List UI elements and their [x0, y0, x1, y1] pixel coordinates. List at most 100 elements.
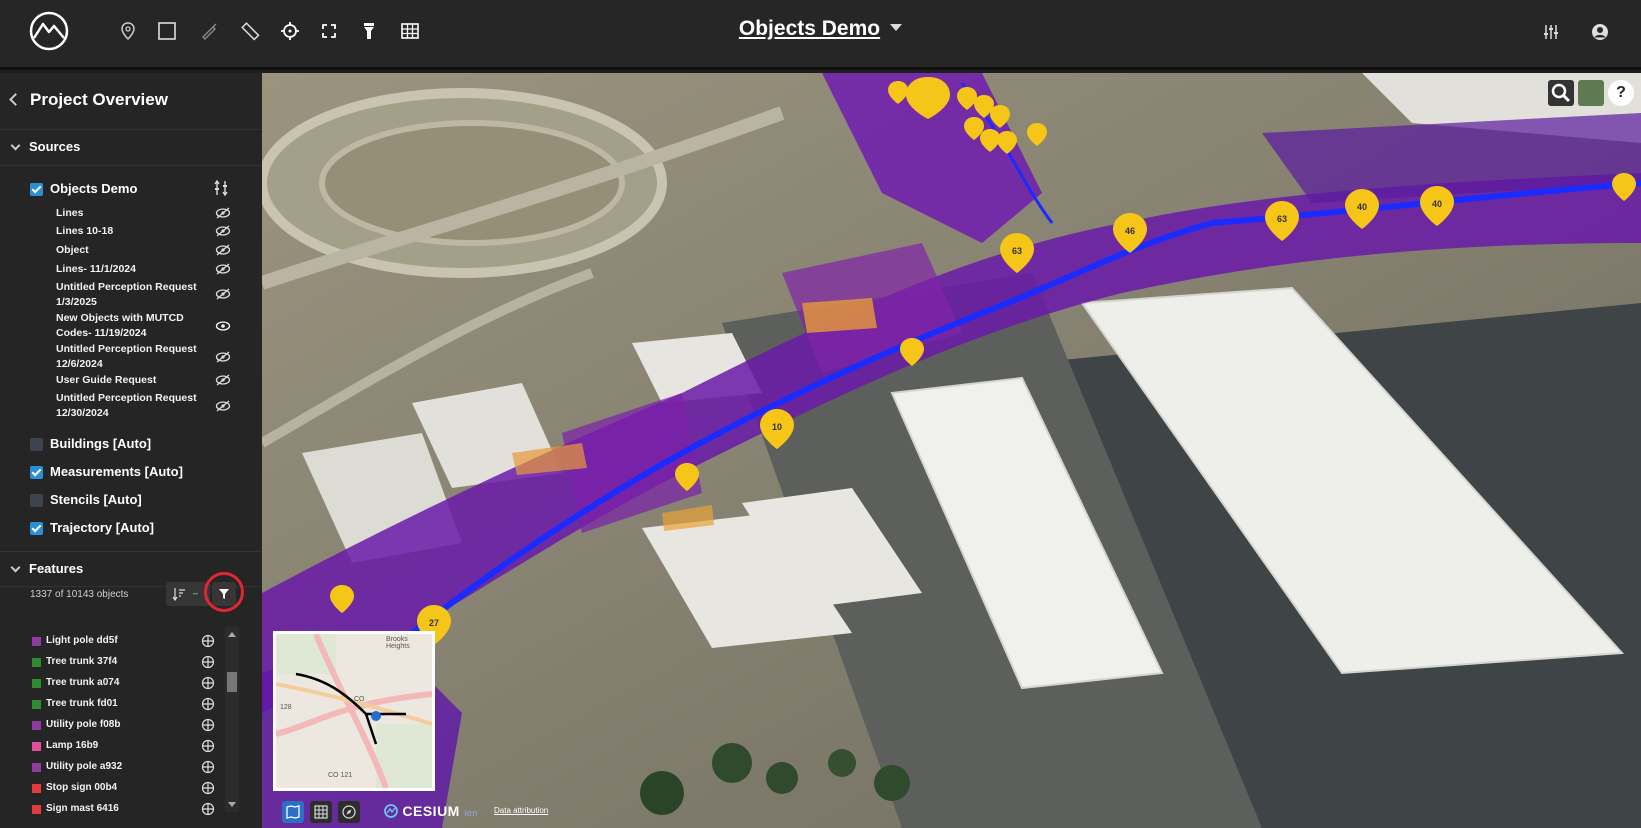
layer-lines[interactable]: Lines: [56, 206, 204, 221]
eye-off-icon[interactable]: [215, 288, 231, 300]
feature-color-swatch: [32, 742, 41, 751]
pin-label: 40: [1432, 199, 1442, 209]
map-viewport[interactable]: 63 46 63 40 40 10 27 ? Brooks Heights CO…: [262, 73, 1641, 828]
eye-off-icon[interactable]: [215, 263, 231, 275]
feature-color-swatch: [32, 637, 41, 646]
zoom-to-target-icon[interactable]: [201, 697, 215, 711]
source-checkbox-stencils[interactable]: [30, 494, 43, 507]
chevron-down-icon: [10, 140, 21, 151]
map-bottom-toolbar: [282, 799, 360, 825]
zoom-to-target-icon[interactable]: [201, 676, 215, 690]
eye-off-icon[interactable]: [215, 244, 231, 256]
cesium-brand: CESIUM: [402, 803, 460, 819]
project-title-dropdown[interactable]: Objects Demo: [739, 17, 880, 40]
layer-lines-11-1-2024[interactable]: Lines- 11/1/2024: [56, 262, 204, 277]
eye-off-icon[interactable]: [215, 207, 231, 219]
feature-label: Tree trunk 37f4: [46, 656, 118, 667]
minimap-roads: [276, 634, 432, 788]
feature-label: Tree trunk fd01: [46, 698, 118, 709]
layer-perception-12-30-2024[interactable]: Untitled Perception Request 12/30/2024: [56, 391, 204, 421]
zoom-to-target-icon[interactable]: [201, 634, 215, 648]
minimap[interactable]: Brooks Heights CO 128 CO 121: [273, 631, 435, 791]
scroll-down-icon[interactable]: [228, 802, 236, 807]
minimap-label: 128: [280, 704, 292, 711]
layer-lines-10-18[interactable]: Lines 10-18: [56, 224, 204, 239]
back-chevron-icon[interactable]: [9, 93, 22, 106]
layer-perception-12-6-2024[interactable]: Untitled Perception Request 12/6/2024: [56, 342, 204, 372]
layers-icon[interactable]: [1578, 80, 1604, 106]
grid-view-icon[interactable]: [310, 801, 332, 823]
feature-label: Tree trunk a074: [46, 677, 120, 688]
feature-label: Utility pole a932: [46, 761, 123, 772]
sliders-icon[interactable]: [1539, 20, 1563, 44]
source-label-measurements: Measurements [Auto]: [50, 464, 183, 479]
feature-color-swatch: [32, 721, 41, 730]
scrollbar-thumb[interactable]: [227, 672, 237, 692]
scroll-up-icon[interactable]: [228, 632, 236, 637]
source-checkbox-measurements[interactable]: [30, 466, 43, 479]
feature-color-swatch: [32, 679, 41, 688]
help-icon[interactable]: ?: [1608, 80, 1634, 106]
eye-off-icon[interactable]: [215, 374, 231, 386]
aerial-scene[interactable]: 63 46 63 40 40 10 27: [262, 73, 1641, 828]
feature-row[interactable]: Utility pole f08b: [0, 716, 225, 736]
data-attribution-link[interactable]: Data attribution: [494, 806, 548, 815]
pin-label: 10: [772, 422, 782, 432]
zoom-to-target-icon[interactable]: [201, 802, 215, 816]
chevron-down-icon: [10, 562, 21, 573]
highlight-circle: [204, 572, 244, 612]
feature-row[interactable]: Sign mast 6416: [0, 800, 225, 820]
search-icon[interactable]: [1548, 80, 1574, 106]
feature-label: Sign mast 6416: [46, 803, 119, 814]
eye-icon[interactable]: [215, 320, 231, 332]
zoom-to-target-icon[interactable]: [201, 655, 215, 669]
source-checkbox-buildings[interactable]: [30, 438, 43, 451]
layer-user-guide-request[interactable]: User Guide Request: [56, 373, 204, 388]
feature-row[interactable]: Stop sign 00b4: [0, 779, 225, 799]
layer-perception-1-3-2025[interactable]: Untitled Perception Request 1/3/2025: [56, 280, 204, 310]
map-mode-icon[interactable]: [282, 801, 304, 823]
app-window: Objects Demo Project Overview Sources Ob…: [0, 0, 1641, 828]
feature-color-swatch: [32, 700, 41, 709]
eye-off-icon[interactable]: [215, 351, 231, 363]
feature-color-swatch: [32, 658, 41, 667]
feature-row[interactable]: Light pole dd5f: [0, 632, 225, 652]
minimap-label: CO 121: [328, 772, 353, 779]
feature-label: Stop sign 00b4: [46, 782, 118, 793]
zoom-to-target-icon[interactable]: [201, 739, 215, 753]
feature-list-scrollbar[interactable]: [225, 627, 239, 812]
source-label-stencils: Stencils [Auto]: [50, 492, 142, 507]
zoom-to-target-icon[interactable]: [201, 760, 215, 774]
feature-row[interactable]: Tree trunk 37f4: [0, 653, 225, 673]
sidebar-header: Project Overview: [0, 73, 262, 130]
eye-off-icon[interactable]: [215, 225, 231, 237]
layer-object[interactable]: Object: [56, 243, 204, 258]
feature-row[interactable]: Lamp 16b9: [0, 737, 225, 757]
sidebar-title: Project Overview: [30, 90, 168, 109]
feature-count: 1337 of 10143 objects: [30, 589, 129, 600]
feature-label: Light pole dd5f: [46, 635, 118, 646]
eye-off-icon[interactable]: [215, 400, 231, 412]
feature-row[interactable]: Tree trunk fd01: [0, 695, 225, 715]
pin-label: 40: [1357, 202, 1367, 212]
sources-label: Sources: [29, 139, 81, 154]
chevron-down-icon[interactable]: [890, 24, 903, 31]
reorder-icon[interactable]: [213, 179, 229, 197]
source-checkbox-trajectory[interactable]: [30, 522, 43, 535]
feature-color-swatch: [32, 805, 41, 814]
zoom-to-target-icon[interactable]: [201, 781, 215, 795]
title-area: Objects Demo: [0, 17, 1641, 41]
zoom-to-target-icon[interactable]: [201, 718, 215, 732]
feature-row[interactable]: Utility pole a932: [0, 758, 225, 778]
minimap-label: Brooks Heights: [386, 636, 410, 650]
source-label-objects-demo: Objects Demo: [50, 181, 138, 196]
feature-color-swatch: [32, 784, 41, 793]
layer-mutcd-11-19-2024[interactable]: New Objects with MUTCD Codes- 11/19/2024: [56, 311, 204, 341]
sources-section-header[interactable]: Sources: [0, 130, 262, 166]
source-checkbox-objects-demo[interactable]: [30, 183, 43, 196]
pin-label: 46: [1125, 226, 1135, 236]
feature-row[interactable]: Tree trunk a074: [0, 674, 225, 694]
cesium-logo: CESIUM ion: [384, 803, 478, 819]
compass-icon[interactable]: [338, 801, 360, 823]
user-icon[interactable]: [1588, 20, 1612, 44]
